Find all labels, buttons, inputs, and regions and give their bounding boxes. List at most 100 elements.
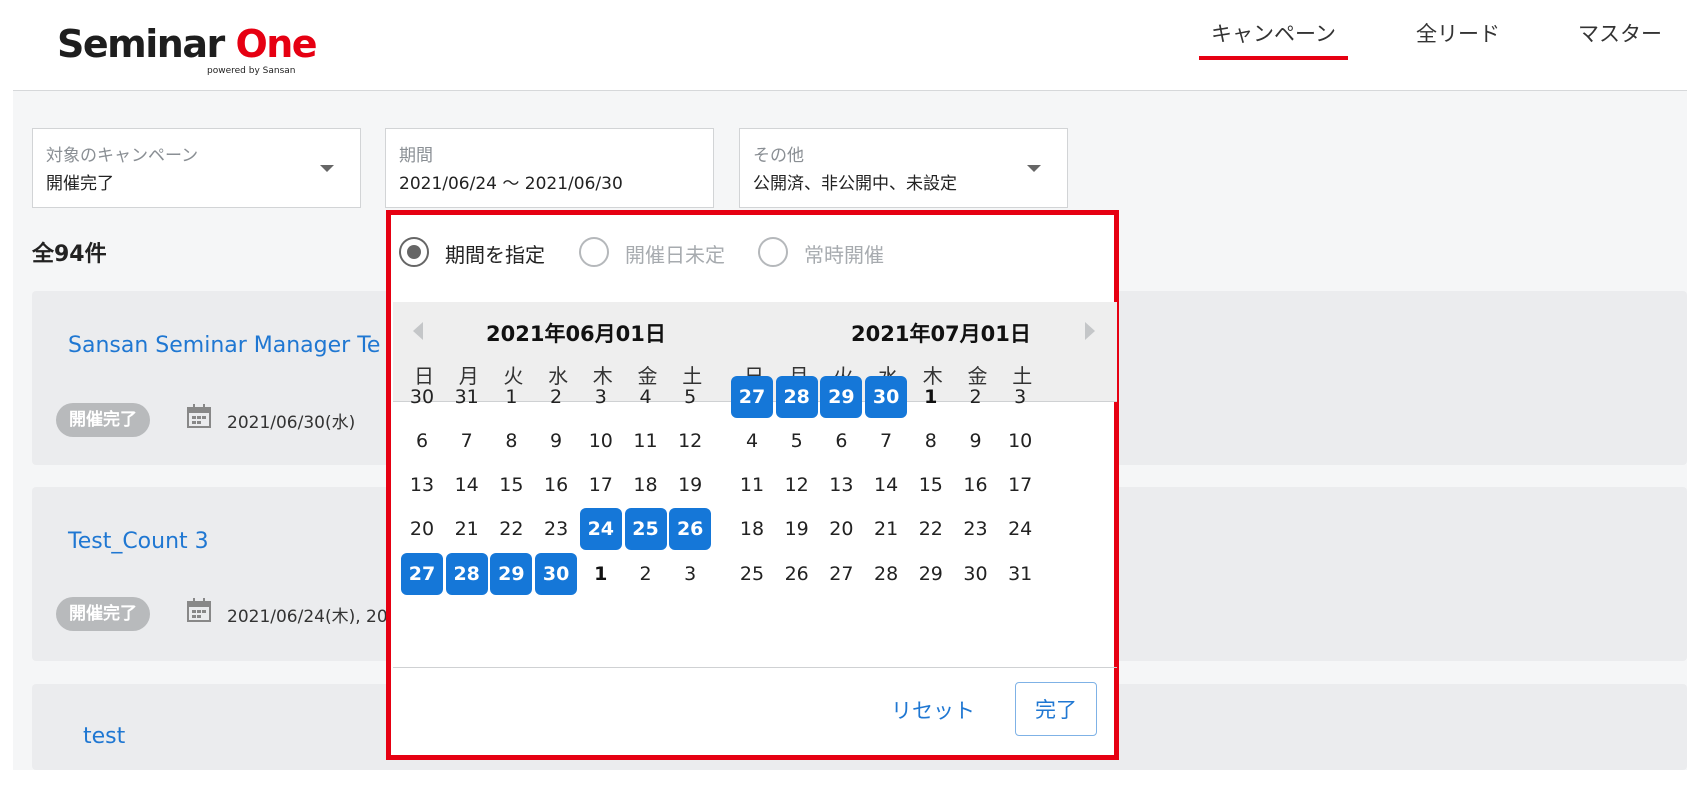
calendar-day[interactable]: 14 — [446, 464, 488, 506]
calendar-day[interactable]: 18 — [625, 464, 667, 506]
chevron-right-icon[interactable] — [1085, 322, 1095, 340]
calendar-day[interactable]: 9 — [955, 420, 997, 462]
radio-always-open[interactable]: 常時開催 — [758, 235, 918, 269]
calendar-day[interactable]: 2 — [625, 553, 667, 595]
filter-target-campaign[interactable]: 対象のキャンペーン 開催完了 — [32, 128, 361, 208]
calendar-day[interactable]: 9 — [535, 420, 577, 462]
calendar-day-selected[interactable]: 28 — [445, 553, 488, 595]
divider — [393, 667, 1117, 668]
calendar-day[interactable]: 2 — [955, 376, 997, 418]
calendar-day-selected[interactable]: 24 — [579, 508, 622, 550]
calendar-day[interactable]: 19 — [669, 464, 711, 506]
calendar-day[interactable]: 31 — [999, 553, 1041, 595]
logo-text: Seminar One — [57, 22, 318, 66]
calendar-day-selected[interactable]: 30 — [865, 376, 908, 418]
calendar-day[interactable]: 17 — [999, 464, 1041, 506]
calendar-day[interactable]: 29 — [910, 553, 952, 595]
calendar-day[interactable]: 31 — [446, 376, 488, 418]
radio-specify-period[interactable]: 期間を指定 — [399, 235, 559, 269]
calendar-day-selected[interactable]: 29 — [490, 553, 533, 595]
calendar-day[interactable]: 6 — [401, 420, 443, 462]
calendar-day[interactable]: 10 — [999, 420, 1041, 462]
radio-date-undecided[interactable]: 開催日未定 — [579, 235, 739, 269]
calendar-day[interactable]: 3 — [999, 376, 1041, 418]
filter-value: 公開済、非公開中、未設定 — [753, 174, 957, 194]
calendar-day[interactable]: 5 — [776, 420, 818, 462]
calendar-day[interactable]: 3 — [669, 553, 711, 595]
calendar-day[interactable]: 2 — [535, 376, 577, 418]
calendar-day[interactable]: 21 — [446, 508, 488, 550]
calendar-day[interactable]: 16 — [535, 464, 577, 506]
calendar-day[interactable]: 15 — [490, 464, 532, 506]
calendar-day[interactable]: 22 — [490, 508, 532, 550]
calendar-day[interactable]: 16 — [955, 464, 997, 506]
filter-period[interactable]: 期間 2021/06/24 ～ 2021/06/30 — [385, 128, 714, 208]
date-range-picker: 期間を指定 開催日未定 常時開催 2021年06月01日 2021年07月01日… — [386, 210, 1119, 760]
filter-label: 期間 — [399, 146, 433, 166]
bottom-toolbar-icons — [0, 778, 400, 788]
calendar-day[interactable]: 5 — [669, 376, 711, 418]
caret-down-icon — [320, 165, 334, 172]
calendar-day[interactable]: 13 — [401, 464, 443, 506]
nav-item-campaign[interactable]: キャンペーン — [1199, 18, 1348, 60]
nav-item-master[interactable]: マスター — [1578, 18, 1662, 48]
calendar-day-selected[interactable]: 29 — [820, 376, 863, 418]
radio-label: 常時開催 — [804, 243, 884, 267]
calendar-day[interactable]: 7 — [446, 420, 488, 462]
calendar-day[interactable]: 24 — [999, 508, 1041, 550]
filter-other[interactable]: その他 公開済、非公開中、未設定 — [739, 128, 1068, 208]
calendar-day[interactable]: 1 — [910, 376, 952, 418]
calendar-day[interactable]: 28 — [865, 553, 907, 595]
nav-item-all-leads[interactable]: 全リード — [1416, 18, 1500, 48]
calendar-day[interactable]: 30 — [955, 553, 997, 595]
calendar-day[interactable]: 1 — [490, 376, 532, 418]
calendar-day[interactable]: 11 — [625, 420, 667, 462]
caret-down-icon — [1027, 165, 1041, 172]
calendar-day[interactable]: 12 — [776, 464, 818, 506]
calendar-day[interactable]: 4 — [731, 420, 773, 462]
calendar-icon — [187, 404, 211, 428]
calendar-day[interactable]: 20 — [820, 508, 862, 550]
card-title[interactable]: Test_Count 3 — [68, 529, 209, 554]
card-title[interactable]: Sansan Seminar Manager Te — [68, 333, 380, 358]
calendar-day[interactable]: 12 — [669, 420, 711, 462]
calendar-day[interactable]: 4 — [625, 376, 667, 418]
radio-label: 期間を指定 — [445, 243, 545, 267]
calendar-day[interactable]: 26 — [776, 553, 818, 595]
calendar-day[interactable]: 10 — [580, 420, 622, 462]
calendar-day[interactable]: 13 — [820, 464, 862, 506]
calendar-day[interactable]: 18 — [731, 508, 773, 550]
card-title[interactable]: test — [83, 724, 125, 749]
calendar-day[interactable]: 15 — [910, 464, 952, 506]
calendar-day[interactable]: 6 — [820, 420, 862, 462]
calendar-day[interactable]: 30 — [401, 376, 443, 418]
calendar-day-selected[interactable]: 26 — [669, 508, 712, 550]
calendar-day[interactable]: 3 — [580, 376, 622, 418]
calendar-day[interactable]: 22 — [910, 508, 952, 550]
chevron-left-icon[interactable] — [413, 322, 423, 340]
calendar-day-selected[interactable]: 25 — [624, 508, 667, 550]
calendar-day[interactable]: 23 — [535, 508, 577, 550]
calendar-day[interactable]: 1 — [580, 553, 622, 595]
calendar-day[interactable]: 20 — [401, 508, 443, 550]
calendar-day[interactable]: 17 — [580, 464, 622, 506]
calendar-day[interactable]: 14 — [865, 464, 907, 506]
calendar-day[interactable]: 11 — [731, 464, 773, 506]
calendar-day-selected[interactable]: 27 — [731, 376, 773, 418]
calendar-day[interactable]: 19 — [776, 508, 818, 550]
logo[interactable]: Seminar One powered by Sansan — [57, 20, 318, 76]
calendar-day[interactable]: 8 — [490, 420, 532, 462]
reset-button[interactable]: リセット — [891, 695, 975, 725]
calendar-day[interactable]: 8 — [910, 420, 952, 462]
calendar-day[interactable]: 23 — [955, 508, 997, 550]
calendar-day-selected[interactable]: 27 — [401, 553, 443, 595]
calendar-day[interactable]: 7 — [865, 420, 907, 462]
done-button[interactable]: 完了 — [1015, 682, 1097, 736]
calendar-day[interactable]: 21 — [865, 508, 907, 550]
filter-value: 2021/06/24 ～ 2021/06/30 — [399, 174, 623, 194]
calendar-day-selected[interactable]: 30 — [535, 553, 578, 595]
calendar-day-selected[interactable]: 28 — [775, 376, 818, 418]
month-title-june: 2021年06月01日 — [486, 322, 666, 346]
calendar-day[interactable]: 27 — [820, 553, 862, 595]
calendar-day[interactable]: 25 — [731, 553, 773, 595]
